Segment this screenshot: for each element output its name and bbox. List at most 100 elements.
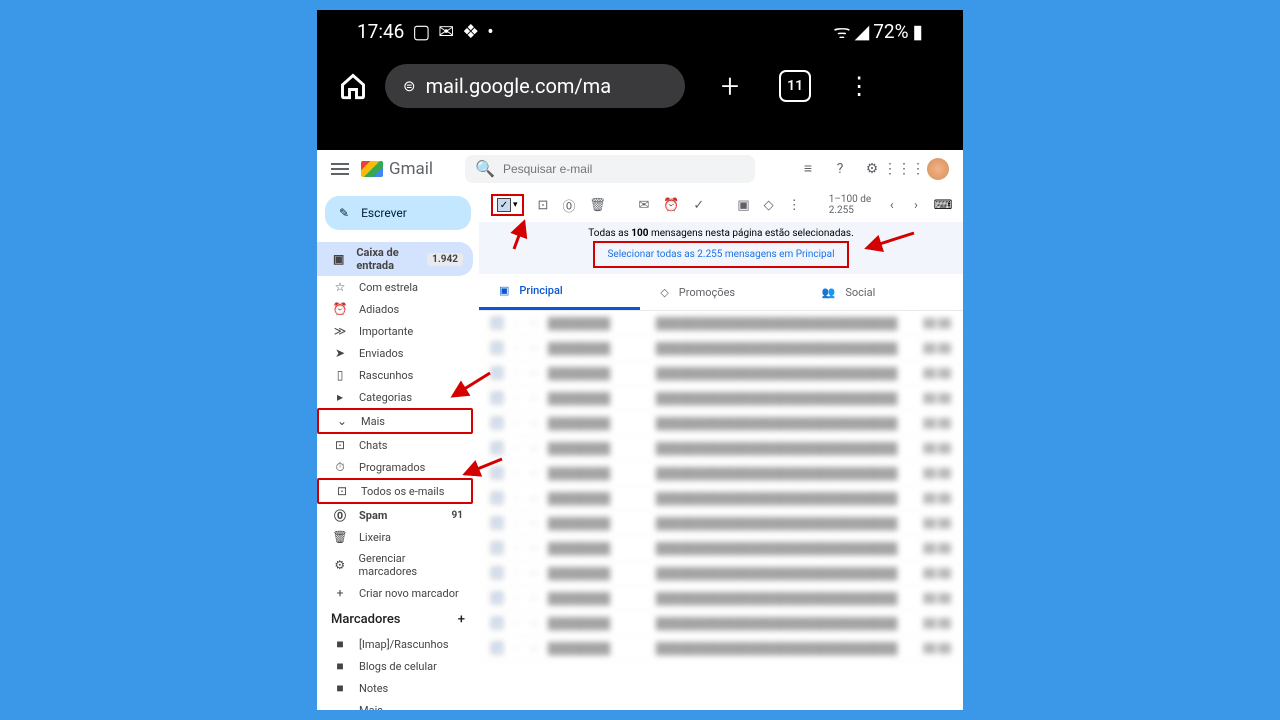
label-icon: ■ <box>333 659 347 673</box>
report-icon[interactable]: ⓪ <box>562 197 575 213</box>
sidebar-item-inbox[interactable]: ▣Caixa de entrada1.942 <box>317 242 473 276</box>
dot-icon: • <box>487 20 493 43</box>
settings-icon[interactable]: ⚙ <box>863 160 881 178</box>
chat-icon: ⊡ <box>333 438 347 452</box>
browser-menu-icon[interactable]: ⋮ <box>847 72 871 100</box>
home-icon[interactable] <box>339 72 367 100</box>
addtask-icon[interactable]: ✓ <box>693 197 704 213</box>
apps-icon[interactable]: ⋮⋮⋮ <box>895 160 913 178</box>
archive-icon[interactable]: ⊡ <box>538 197 549 213</box>
compose-label: Escrever <box>361 206 407 220</box>
mail-icon: ✉ <box>438 20 454 43</box>
people-icon: 👥 <box>822 286 836 299</box>
main-pane: ✓ ▾ ⊡ ⓪ 🗑 ✉ ⏰ ✓ ▣ ◇ ⋮ 1–100 de 2.255 <box>479 188 963 710</box>
sidebar-item-new-label[interactable]: +Criar novo marcador <box>317 582 473 604</box>
search-icon: 🔍 <box>475 159 495 178</box>
gmail-brand: Gmail <box>389 159 433 179</box>
input-icon[interactable]: ⌨ <box>935 197 951 213</box>
select-all-link[interactable]: Selecionar todas as 2.255 mensagens em P… <box>593 241 848 268</box>
spam-icon: ⓪ <box>333 508 347 522</box>
checkbox-icon: ✓ <box>497 198 511 212</box>
label-icon: ■ <box>333 681 347 695</box>
label-more[interactable]: ⌄Mais <box>317 699 473 710</box>
battery-label: 72% <box>873 20 908 43</box>
select-all-checkbox[interactable]: ✓ ▾ <box>491 194 524 216</box>
add-label-icon[interactable]: + <box>458 612 465 627</box>
markread-icon[interactable]: ✉ <box>638 197 649 213</box>
mail-row[interactable]: ✓☆⊳█████████████████████████████████████… <box>479 486 963 511</box>
sidebar-item-manage-labels[interactable]: ⚙Gerenciar marcadores <box>317 548 473 582</box>
tab-switcher[interactable]: 11 <box>779 70 811 102</box>
mail-row[interactable]: ✓☆⊳█████████████████████████████████████… <box>479 636 963 661</box>
sidebar-item-scheduled[interactable]: ⏱Programados <box>317 456 473 478</box>
important-icon: ≫ <box>333 324 347 338</box>
category-tabs: ▣Principal ◇Promoções 👥Social <box>479 274 963 311</box>
sidebar-item-categories[interactable]: ▸Categorias <box>317 386 473 408</box>
avatar[interactable] <box>927 158 949 180</box>
sidebar-item-chats[interactable]: ⊡Chats <box>317 434 473 456</box>
sidebar-item-trash[interactable]: 🗑Lixeira <box>317 526 473 548</box>
labels-header: Marcadores+ <box>317 604 479 633</box>
tab-social[interactable]: 👥Social <box>802 274 963 310</box>
battery-icon: ▮ <box>913 20 923 43</box>
sidebar-item-spam[interactable]: ⓪Spam91 <box>317 504 473 526</box>
plus-icon: + <box>333 586 347 600</box>
mail-row[interactable]: ✓☆⊳█████████████████████████████████████… <box>479 311 963 336</box>
more-icon[interactable]: ⋮ <box>788 197 801 213</box>
sidebar-item-drafts[interactable]: ▯Rascunhos <box>317 364 473 386</box>
url-bar[interactable]: ⊜ mail.google.com/ma <box>385 64 685 108</box>
gmail-logo[interactable]: Gmail <box>361 159 433 179</box>
label-imap[interactable]: ■[Imap]/Rascunhos <box>317 633 473 655</box>
label-blogs[interactable]: ■Blogs de celular <box>317 655 473 677</box>
gallery-icon: ▢ <box>412 20 430 43</box>
sidebar-item-more[interactable]: ⌄Mais <box>317 408 473 434</box>
status-bar: 17:46 ▢ ✉ ❖ • ᯤ ◢ 72% ▮ <box>317 10 963 52</box>
gmail-m-icon <box>361 161 383 177</box>
mail-row[interactable]: ✓☆⊳█████████████████████████████████████… <box>479 536 963 561</box>
mail-row[interactable]: ✓☆⊳█████████████████████████████████████… <box>479 586 963 611</box>
trash-icon: 🗑 <box>333 530 347 544</box>
chevron-right-icon: ▸ <box>333 390 347 404</box>
compose-button[interactable]: ✎ Escrever <box>325 196 471 230</box>
search-input[interactable] <box>503 162 745 176</box>
sidebar-item-important[interactable]: ≫Importante <box>317 320 473 342</box>
moveto-icon[interactable]: ▣ <box>737 197 749 213</box>
mail-row[interactable]: ✓☆⊳█████████████████████████████████████… <box>479 361 963 386</box>
mail-row[interactable]: ✓☆⊳█████████████████████████████████████… <box>479 436 963 461</box>
snooze-icon[interactable]: ⏰ <box>663 197 679 213</box>
menu-icon[interactable] <box>331 163 349 175</box>
tab-promotions[interactable]: ◇Promoções <box>640 274 801 310</box>
sent-icon: ➤ <box>333 346 347 360</box>
search-box[interactable]: 🔍 <box>465 155 755 183</box>
selection-banner: Todas as 100 mensagens nesta página estã… <box>479 222 963 274</box>
signal-icon: ◢ <box>855 20 870 43</box>
mail-row[interactable]: ✓☆⊳█████████████████████████████████████… <box>479 411 963 436</box>
mail-row[interactable]: ✓☆⊳█████████████████████████████████████… <box>479 336 963 361</box>
sidebar-item-snoozed[interactable]: ⏰Adiados <box>317 298 473 320</box>
sidebar-item-starred[interactable]: ☆Com estrela <box>317 276 473 298</box>
next-page-icon[interactable]: › <box>911 197 921 213</box>
mail-row[interactable]: ✓☆⊳█████████████████████████████████████… <box>479 611 963 636</box>
labels-icon[interactable]: ◇ <box>764 197 774 213</box>
mail-row[interactable]: ✓☆⊳█████████████████████████████████████… <box>479 386 963 411</box>
gear-icon: ⚙ <box>333 558 347 572</box>
prev-page-icon[interactable]: ‹ <box>887 197 897 213</box>
help-icon[interactable]: ? <box>831 160 849 178</box>
mail-row[interactable]: ✓☆⊳█████████████████████████████████████… <box>479 561 963 586</box>
new-tab-icon[interactable]: + <box>721 67 739 105</box>
sidebar: ✎ Escrever ▣Caixa de entrada1.942 ☆Com e… <box>317 188 479 710</box>
sidebar-item-sent[interactable]: ➤Enviados <box>317 342 473 364</box>
search-options-icon[interactable]: ≡ <box>799 160 817 178</box>
mail-row[interactable]: ✓☆⊳█████████████████████████████████████… <box>479 511 963 536</box>
inbox-tab-icon: ▣ <box>499 284 509 297</box>
tab-primary[interactable]: ▣Principal <box>479 274 640 310</box>
label-notes[interactable]: ■Notes <box>317 677 473 699</box>
delete-icon[interactable]: 🗑 <box>589 197 605 213</box>
wifi-icon: ᯤ <box>833 18 850 44</box>
allmail-icon: ⊡ <box>335 484 349 498</box>
sidebar-item-allmail[interactable]: ⊡Todos os e-mails <box>317 478 473 504</box>
status-time: 17:46 <box>357 20 404 43</box>
mail-row[interactable]: ✓☆⊳█████████████████████████████████████… <box>479 461 963 486</box>
draft-icon: ▯ <box>333 368 347 382</box>
dropdown-icon: ▾ <box>513 200 518 210</box>
